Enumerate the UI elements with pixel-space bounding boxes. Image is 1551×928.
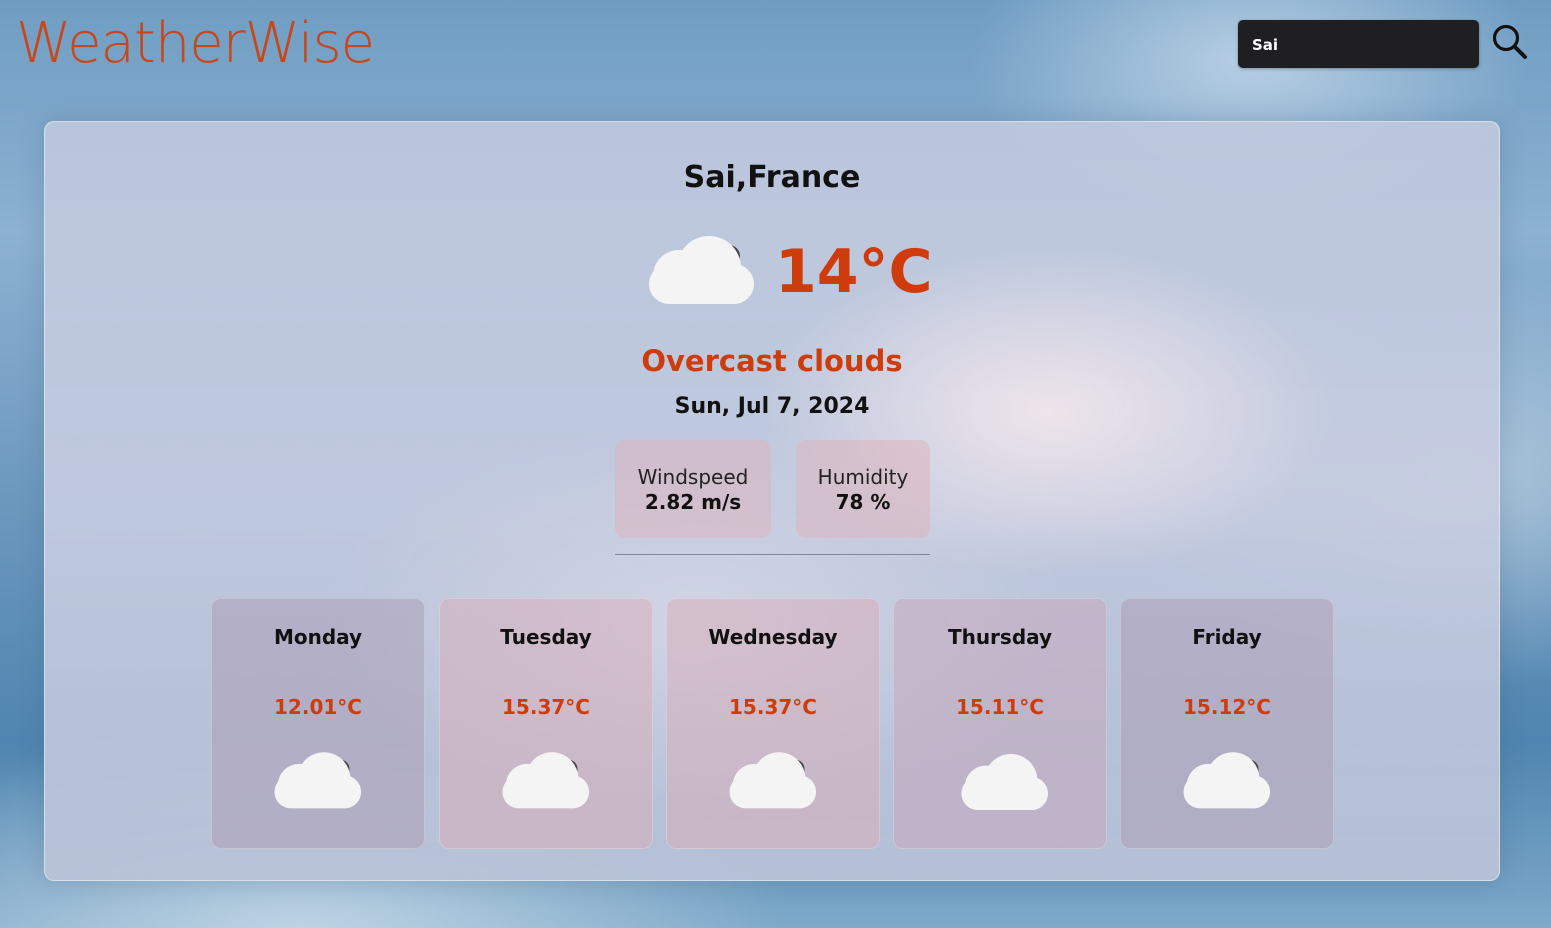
humidity-label: Humidity — [817, 465, 909, 489]
search-box[interactable] — [1238, 20, 1479, 70]
cloud-icon — [951, 749, 1051, 819]
cloudy-icon — [647, 232, 759, 316]
current-date: Sun, Jul 7, 2024 — [674, 394, 870, 419]
forecast-temp: 15.37°C — [729, 695, 817, 719]
cloudy-icon — [269, 749, 369, 819]
app-logo: WeatherWise — [16, 11, 375, 76]
forecast-temp: 15.37°C — [502, 695, 590, 719]
windspeed-value: 2.82 m/s — [644, 490, 742, 514]
humidity-value: 78 % — [835, 490, 891, 514]
forecast-card-friday: Friday 15.12°C — [1120, 598, 1334, 849]
forecast-day: Friday — [1192, 625, 1262, 649]
cloudy-icon — [724, 749, 824, 819]
windspeed-stat: Windspeed 2.82 m/s — [615, 440, 771, 538]
forecast-temp: 12.01°C — [274, 695, 362, 719]
forecast-card-wednesday: Wednesday 15.37°C — [666, 598, 880, 849]
forecast-temp: 15.11°C — [956, 695, 1044, 719]
forecast-day: Tuesday — [500, 625, 592, 649]
forecast-day: Monday — [273, 625, 363, 649]
forecast-card-thursday: Thursday 15.11°C — [893, 598, 1107, 849]
windspeed-label: Windspeed — [637, 465, 749, 489]
location-title: Sai,France — [683, 160, 861, 195]
humidity-stat: Humidity 78 % — [796, 440, 930, 538]
cloudy-icon — [497, 749, 597, 819]
forecast-card-monday: Monday 12.01°C — [211, 598, 425, 849]
cloudy-icon — [1178, 749, 1278, 819]
forecast-day: Wednesday — [708, 625, 838, 649]
forecast-day: Thursday — [947, 625, 1053, 649]
search-input[interactable] — [1250, 20, 1471, 70]
weather-condition: Overcast clouds — [641, 344, 903, 378]
search-button[interactable] — [1490, 22, 1530, 62]
weather-card: Sai,France 14°C Overcast clouds Sun, Jul… — [44, 121, 1500, 881]
current-temperature: 14°C — [775, 237, 933, 307]
search-icon — [1492, 24, 1527, 59]
forecast-temp: 15.12°C — [1183, 695, 1271, 719]
divider — [615, 554, 930, 555]
forecast-card-tuesday: Tuesday 15.37°C — [439, 598, 653, 849]
